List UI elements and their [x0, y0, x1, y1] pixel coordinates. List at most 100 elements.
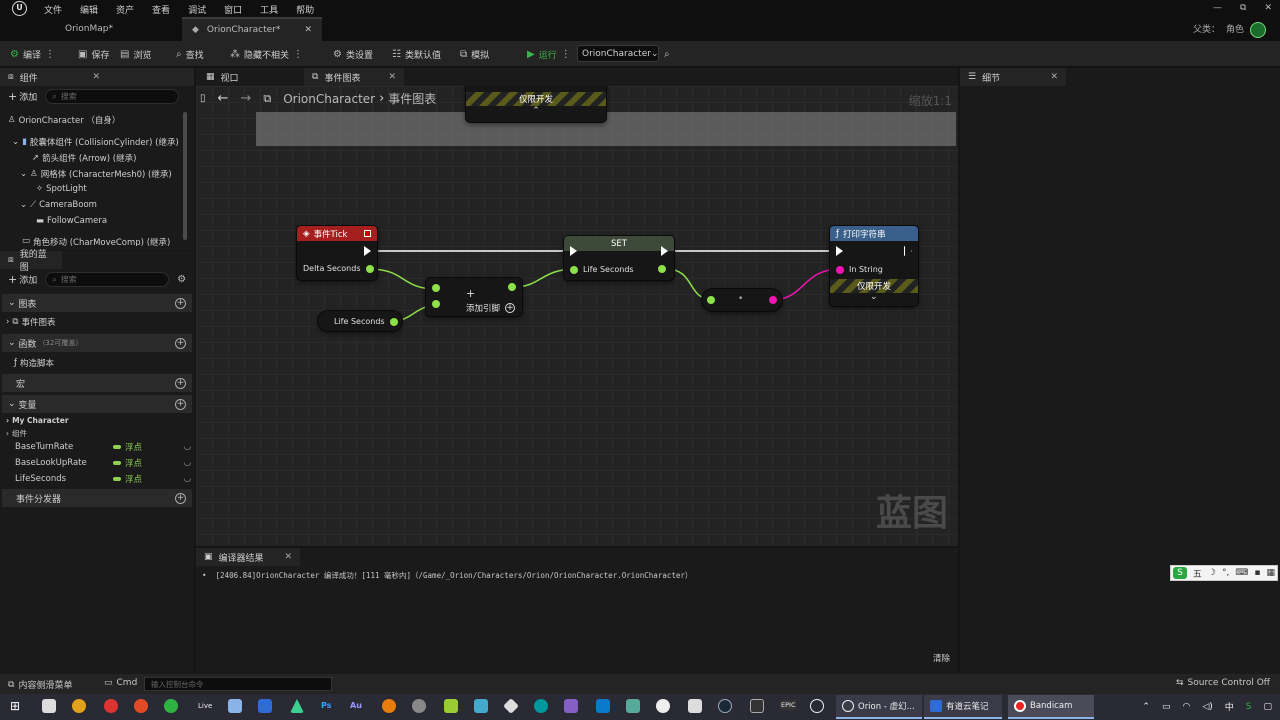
- tab-event-graph[interactable]: ⧉ 事件图表 ✕: [304, 68, 404, 86]
- event-tick-node[interactable]: ◈ 事件Tick Delta Seconds: [297, 226, 377, 280]
- eye-icon[interactable]: ◡: [184, 442, 191, 452]
- close-icon[interactable]: ✕: [304, 25, 312, 35]
- component-mesh[interactable]: ⌄ ♙ 网格体 (CharacterMesh0) (继承): [20, 168, 172, 180]
- chevron-up-icon[interactable]: ⌃: [1142, 702, 1150, 712]
- visual-studio-icon[interactable]: [564, 699, 578, 713]
- app-icon-20[interactable]: [656, 699, 670, 713]
- camera-app-icon[interactable]: [228, 699, 242, 713]
- section-variables[interactable]: ⌄ 变量 +: [2, 395, 192, 413]
- console-input[interactable]: 输入控制台命令: [144, 677, 332, 691]
- steam-icon[interactable]: [718, 699, 732, 713]
- section-macros[interactable]: 宏 +: [2, 374, 192, 392]
- conversion-in-pin[interactable]: [707, 296, 715, 304]
- more-icon[interactable]: ⋮: [45, 49, 55, 60]
- details-tab[interactable]: ☰ 细节 ✕: [960, 68, 1066, 86]
- menu-help[interactable]: 帮助: [296, 3, 314, 16]
- chrome-icon[interactable]: [72, 699, 86, 713]
- run-button[interactable]: ▶ 运行 ⋮: [527, 46, 571, 62]
- unreal-logo-icon[interactable]: U: [12, 1, 27, 16]
- gear-icon[interactable]: ⚙: [177, 274, 186, 285]
- component-root[interactable]: ♙ OrionCharacter （自身）: [8, 114, 120, 126]
- hide-unrelated-button[interactable]: ⁂ 隐藏不相关 ⋮: [230, 46, 303, 62]
- category-my-character[interactable]: › My Character: [6, 416, 69, 425]
- section-graphs[interactable]: ⌄ 图表 +: [2, 294, 192, 312]
- app-icon-19[interactable]: [626, 699, 640, 713]
- audition-icon[interactable]: Au: [350, 701, 362, 710]
- print-exec-in-pin[interactable]: [836, 246, 843, 256]
- add-component-button[interactable]: + 添加: [8, 90, 37, 103]
- terminal-icon[interactable]: [750, 699, 764, 713]
- close-button[interactable]: ✕: [1264, 3, 1272, 13]
- component-spotlight[interactable]: ✧ SpotLight: [36, 184, 87, 194]
- compiler-tab[interactable]: ▣ 编译器结果 ✕: [196, 548, 300, 566]
- simulate-button[interactable]: ⧉ 模拟: [460, 46, 489, 62]
- source-control-button[interactable]: ⇆ Source Control Off: [1176, 678, 1270, 688]
- conversion-out-pin[interactable]: [769, 296, 777, 304]
- app-icon-1[interactable]: [42, 699, 56, 713]
- print-exec-out-pin[interactable]: [904, 246, 912, 256]
- conversion-node[interactable]: •: [702, 289, 782, 311]
- variable-item[interactable]: BaseLookUpRate 浮点 ◡: [15, 457, 191, 469]
- notification-icon[interactable]: ▢: [1263, 702, 1272, 712]
- app-icon-4[interactable]: [134, 699, 148, 713]
- section-functions[interactable]: ⌄ 函数 （32可覆盖） +: [2, 334, 192, 352]
- blender-icon[interactable]: [382, 699, 396, 713]
- doc-tab-orioncharacter[interactable]: ◆ OrionCharacter* ✕: [182, 17, 322, 41]
- menu-file[interactable]: 文件: [44, 3, 62, 16]
- arduino-icon[interactable]: [534, 699, 548, 713]
- set-output-pin[interactable]: [658, 265, 666, 273]
- chevron-down-icon[interactable]: ⌄: [870, 292, 878, 302]
- mybp-search-input[interactable]: ⌕ 搜索: [45, 272, 170, 287]
- add-dispatcher-icon[interactable]: +: [175, 492, 186, 504]
- more-icon[interactable]: ⋮: [293, 49, 303, 60]
- variable-type[interactable]: 浮点: [113, 473, 142, 485]
- doc-tab-orionmap[interactable]: OrionMap*: [55, 17, 179, 41]
- components-scrollbar[interactable]: [183, 112, 187, 240]
- vscode-icon[interactable]: [596, 699, 610, 713]
- add-function-icon[interactable]: +: [175, 337, 186, 349]
- ime-toolbar[interactable]: S 五 ☽ °, ⌨ ▪ ▦: [1170, 565, 1278, 581]
- section-dispatchers[interactable]: 事件分发器 +: [2, 489, 192, 507]
- set-life-seconds-pin[interactable]: Life Seconds: [570, 265, 634, 274]
- life-seconds-out-pin[interactable]: Life Seconds: [334, 317, 398, 326]
- clear-button[interactable]: 清除: [933, 652, 950, 664]
- menu-window[interactable]: 窗口: [224, 3, 242, 16]
- parent-class-value[interactable]: 角色: [1226, 22, 1244, 38]
- eye-icon[interactable]: ◡: [184, 458, 191, 468]
- my-blueprint-tab[interactable]: ⧈ 我的蓝图: [0, 250, 62, 273]
- close-icon[interactable]: ✕: [388, 72, 396, 82]
- delegate-pin-icon[interactable]: [364, 230, 371, 237]
- delta-seconds-pin[interactable]: Delta Seconds: [303, 264, 374, 273]
- set-exec-in-pin[interactable]: [570, 246, 577, 256]
- windows-start-icon[interactable]: ⊞: [10, 699, 24, 713]
- taskbar-app-bandicam[interactable]: Bandicam: [1008, 695, 1094, 719]
- add-pin-button[interactable]: 添加引脚 +: [466, 302, 516, 314]
- photoshop-icon[interactable]: Ps: [321, 701, 331, 710]
- volume-icon[interactable]: ◁): [1202, 702, 1212, 712]
- class-defaults-button[interactable]: ☷ 类默认值: [392, 46, 441, 62]
- tab-viewport[interactable]: ▦ 视口: [198, 68, 298, 86]
- event-graph-canvas[interactable]: ▯ ← → ⧉ OrionCharacter › 事件图表 缩放1:1 仅限开发…: [196, 86, 958, 546]
- set-exec-out-pin[interactable]: [661, 246, 668, 256]
- variable-type[interactable]: 浮点: [113, 457, 142, 469]
- live-app-icon[interactable]: Live: [198, 702, 212, 710]
- content-drawer-button[interactable]: ⧉ 内容侧滑菜单: [8, 678, 72, 692]
- graph-item-event-graph[interactable]: › ⧉ 事件图表: [6, 316, 56, 328]
- app-icon-8[interactable]: [258, 699, 272, 713]
- life-seconds-get-node[interactable]: Life Seconds: [318, 311, 402, 331]
- variable-item[interactable]: LifeSeconds 浮点 ◡: [15, 473, 191, 485]
- input-language[interactable]: 中: [1225, 700, 1234, 713]
- eye-icon[interactable]: ◡: [184, 474, 191, 484]
- compile-button[interactable]: ⚙ 编译 ⋮: [10, 46, 55, 62]
- component-capsule[interactable]: ⌄ ▮ 胶囊体组件 (CollisionCylinder) (继承): [12, 136, 179, 148]
- wifi-icon[interactable]: ◠: [1182, 702, 1190, 712]
- add-macro-icon[interactable]: +: [175, 377, 186, 389]
- app-icon-15[interactable]: [503, 698, 519, 714]
- taskbar-app-youdao[interactable]: 有道云笔记: [924, 695, 1002, 719]
- add-output-pin[interactable]: [508, 283, 516, 291]
- save-button[interactable]: ▣ 保存: [78, 46, 109, 62]
- find-button[interactable]: ⌕ 查找: [176, 46, 204, 62]
- more-icon[interactable]: ⋮: [561, 49, 571, 60]
- netease-music-icon[interactable]: [104, 699, 118, 713]
- function-item-construction[interactable]: ƒ 构造脚本: [14, 357, 54, 369]
